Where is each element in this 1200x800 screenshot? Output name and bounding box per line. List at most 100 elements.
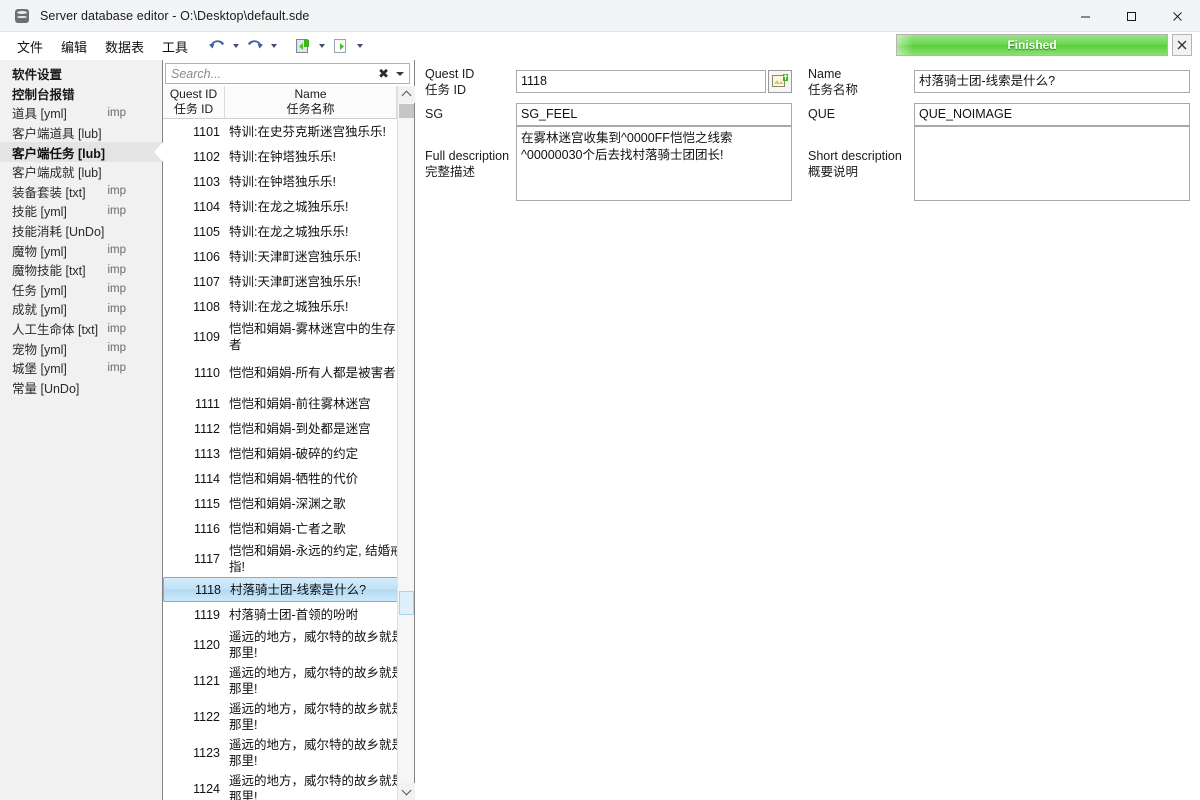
row-quest-name: 遥远的地方，威尔特的故乡就是那里!: [225, 701, 414, 733]
menu-tools[interactable]: 工具: [155, 34, 195, 59]
table-row[interactable]: 1103特训:在钟塔独乐乐!: [163, 169, 414, 194]
table-row[interactable]: 1110恺恺和娟娟-所有人都是被害者: [163, 355, 414, 391]
sidebar-item-14[interactable]: 宠物 [yml]imp: [0, 338, 162, 358]
minimize-button[interactable]: [1062, 0, 1108, 32]
sidebar-item-16[interactable]: 常量 [UnDo]: [0, 378, 162, 398]
sidebar-item-9[interactable]: 魔物 [yml]imp: [0, 240, 162, 260]
sidebar-item-imp-badge: imp: [107, 303, 156, 315]
sidebar-item-label: 客户端成就 [lub]: [12, 162, 102, 181]
undo-dropdown-chevron-down-icon[interactable]: [229, 35, 243, 57]
sidebar-item-10[interactable]: 魔物技能 [txt] imp: [0, 260, 162, 280]
clear-icon[interactable]: ✖: [378, 66, 389, 82]
table-row[interactable]: 1107特训:天津町迷宫独乐乐!: [163, 269, 414, 294]
table-row[interactable]: 1111恺恺和娟娟-前往雾林迷宫: [163, 391, 414, 416]
sidebar-item-6[interactable]: 装备套装 [txt]imp: [0, 182, 162, 202]
full-description-field[interactable]: 在雾林迷宫收集到^0000FF恺恺之线索 ^00000030个后去找村落骑士团团…: [516, 126, 792, 201]
export-dropdown-chevron-down-icon[interactable]: [353, 35, 367, 57]
maximize-button[interactable]: [1108, 0, 1154, 32]
menu-file[interactable]: 文件: [10, 34, 50, 59]
table-row[interactable]: 1112恺恺和娟娟-到处都是迷宫: [163, 416, 414, 441]
sg-field[interactable]: SG_FEEL: [516, 103, 792, 126]
sidebar-item-imp-badge: imp: [107, 205, 156, 217]
app-window: Server database editor - O:\Desktop\defa…: [0, 0, 1200, 800]
scroll-down-icon[interactable]: [398, 783, 415, 800]
sidebar-item-7[interactable]: 技能 [yml]imp: [0, 201, 162, 221]
image-browse-icon[interactable]: [768, 70, 792, 93]
table-row[interactable]: 1105特训:在龙之城独乐乐!: [163, 219, 414, 244]
progress-close-button[interactable]: [1172, 34, 1192, 56]
search-chevron-down-icon[interactable]: [396, 72, 404, 76]
que-label-en: QUE: [808, 106, 835, 122]
redo-dropdown-chevron-down-icon[interactable]: [267, 35, 281, 57]
row-quest-name: 恺恺和娟娟-所有人都是被害者: [225, 365, 414, 381]
table-row[interactable]: 1113恺恺和娟娟-破碎的约定: [163, 441, 414, 466]
column-header-name[interactable]: Name 任务名称: [225, 86, 396, 118]
sidebar-item-label: 魔物技能 [txt]: [12, 260, 86, 279]
column-header-quest-id[interactable]: Quest ID 任务 ID: [163, 86, 225, 118]
sidebar-item-15[interactable]: 城堡 [yml]imp: [0, 358, 162, 378]
table-row[interactable]: 1120遥远的地方，威尔特的故乡就是那里!: [163, 627, 414, 663]
table-row[interactable]: 1118村落骑士团-线索是什么?: [163, 577, 414, 602]
name-label-en: Name: [808, 66, 858, 82]
search-input[interactable]: Search... ✖: [165, 63, 410, 84]
sidebar-item-4[interactable]: 客户端任务 [lub]: [0, 142, 162, 162]
row-quest-id: 1114: [163, 472, 225, 486]
grid-header: Quest ID 任务 ID Name 任务名称: [163, 86, 414, 119]
row-quest-id: 1112: [163, 422, 225, 436]
table-row[interactable]: 1122遥远的地方，威尔特的故乡就是那里!: [163, 699, 414, 735]
undo-icon[interactable]: [205, 35, 229, 57]
table-row[interactable]: 1119村落骑士团-首领的吩咐: [163, 602, 414, 627]
table-row[interactable]: 1117恺恺和娟娟-永远的约定, 结婚戒指!: [163, 541, 414, 577]
row-quest-id: 1115: [163, 497, 225, 511]
table-row[interactable]: 1108特训:在龙之城独乐乐!: [163, 294, 414, 319]
table-row[interactable]: 1114恺恺和娟娟-牺牲的代价: [163, 466, 414, 491]
sidebar-item-0[interactable]: 软件设置: [0, 64, 162, 84]
redo-icon[interactable]: [243, 35, 267, 57]
sidebar-item-imp-badge: imp: [107, 264, 156, 276]
table-row[interactable]: 1116恺恺和娟娟-亡者之歌: [163, 516, 414, 541]
row-quest-name: 特训:在钟塔独乐乐!: [225, 174, 414, 190]
table-row[interactable]: 1101特训:在史芬克斯迷宫独乐乐!: [163, 119, 414, 144]
row-quest-name: 恺恺和娟娟-永远的约定, 结婚戒指!: [225, 543, 414, 575]
table-row[interactable]: 1102特训:在钟塔独乐乐!: [163, 144, 414, 169]
row-quest-id: 1116: [163, 522, 225, 536]
quest-id-label: Quest ID 任务 ID: [425, 66, 474, 98]
row-quest-id: 1121: [163, 674, 225, 688]
row-quest-name: 恺恺和娟娟-到处都是迷宫: [225, 421, 414, 437]
name-field[interactable]: 村落骑士团-线索是什么?: [914, 70, 1190, 93]
table-row[interactable]: 1115恺恺和娟娟-深渊之歌: [163, 491, 414, 516]
sidebar-item-1[interactable]: 控制台报错: [0, 84, 162, 104]
quest-id-field[interactable]: 1118: [516, 70, 766, 93]
table-row[interactable]: 1121遥远的地方，威尔特的故乡就是那里!: [163, 663, 414, 699]
sidebar-item-5[interactable]: 客户端成就 [lub]: [0, 162, 162, 182]
scrollbar-thumb[interactable]: [399, 104, 414, 118]
sidebar-item-2[interactable]: 道具 [yml]imp: [0, 103, 162, 123]
table-row[interactable]: 1123遥远的地方，威尔特的故乡就是那里!: [163, 735, 414, 771]
export-icon[interactable]: [329, 35, 353, 57]
table-row[interactable]: 1106特训:天津町迷宫独乐乐!: [163, 244, 414, 269]
sidebar-item-12[interactable]: 成就 [yml]imp: [0, 299, 162, 319]
table-row[interactable]: 1109恺恺和娟娟-雾林迷宫中的生存者: [163, 319, 414, 355]
sidebar-item-13[interactable]: 人工生命体 [txt]imp: [0, 319, 162, 339]
column-header-quest-id-en: Quest ID: [170, 87, 217, 102]
column-header-name-en: Name: [294, 87, 326, 102]
menu-edit[interactable]: 编辑: [54, 34, 94, 59]
short-description-field[interactable]: [914, 126, 1190, 201]
column-header-name-zh: 任务名称: [286, 102, 334, 117]
sidebar-item-11[interactable]: 任务 [yml]imp: [0, 280, 162, 300]
import-dropdown-chevron-down-icon[interactable]: [315, 35, 329, 57]
menu-datatable[interactable]: 数据表: [98, 34, 151, 59]
que-field[interactable]: QUE_NOIMAGE: [914, 103, 1190, 126]
sidebar-item-imp-badge: imp: [107, 323, 156, 335]
close-button[interactable]: [1154, 0, 1200, 32]
sidebar-item-imp-badge: imp: [107, 342, 156, 354]
table-row[interactable]: 1104特训:在龙之城独乐乐!: [163, 194, 414, 219]
table-row[interactable]: 1124遥远的地方，威尔特的故乡就是那里!: [163, 771, 414, 800]
row-quest-name: 特训:在钟塔独乐乐!: [225, 149, 414, 165]
scroll-up-icon[interactable]: [398, 86, 415, 103]
row-quest-id: 1123: [163, 746, 225, 760]
list-scrollbar[interactable]: [397, 86, 414, 800]
import-icon[interactable]: [291, 35, 315, 57]
sidebar-item-3[interactable]: 客户端道具 [lub]: [0, 123, 162, 143]
sidebar-item-8[interactable]: 技能消耗 [UnDo]: [0, 221, 162, 241]
